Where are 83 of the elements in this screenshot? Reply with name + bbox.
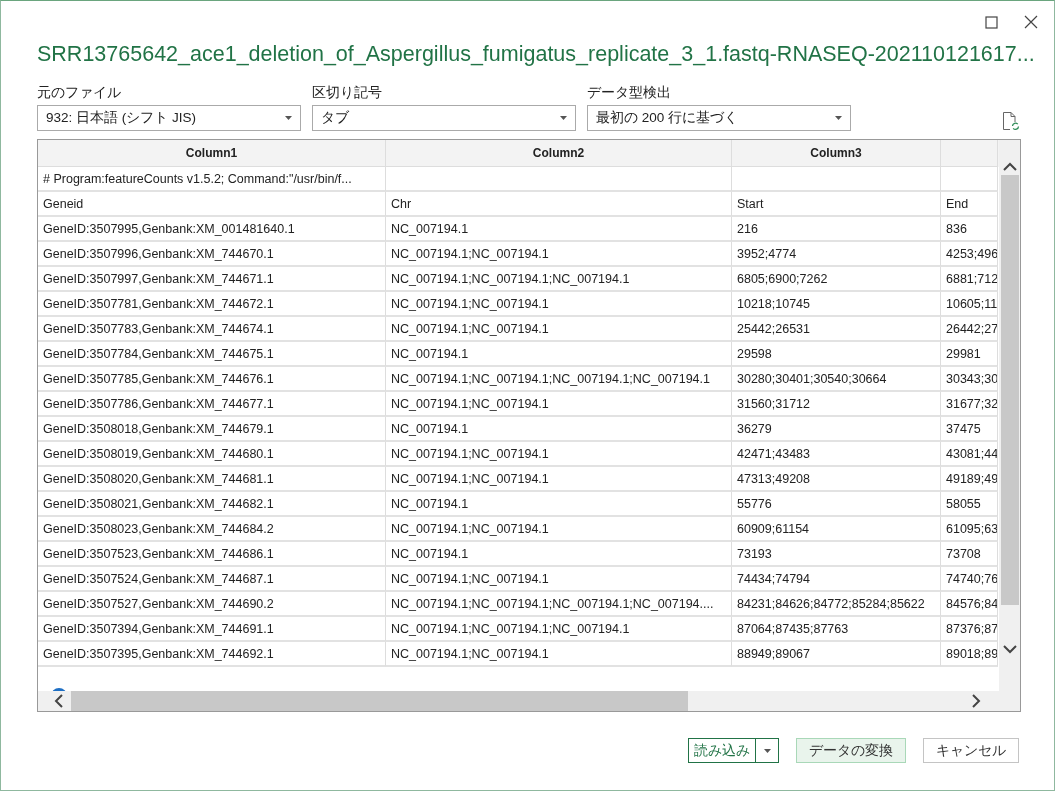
table-cell: NC_007194.1;NC_007194.1 [386, 442, 732, 467]
table-cell: 216 [732, 217, 941, 242]
scroll-up-icon[interactable] [1002, 162, 1017, 171]
table-cell: NC_007194.1 [386, 492, 732, 517]
table-cell: 74434;74794 [732, 567, 941, 592]
table-cell: 10218;10745 [732, 292, 941, 317]
table-cell: 47313;49208 [732, 467, 941, 492]
table-cell: 87064;87435;87763 [732, 617, 941, 642]
table-cell: GeneID:3507395,Genbank:XM_744692.1 [38, 642, 386, 667]
table-cell: NC_007194.1 [386, 342, 732, 367]
table-cell: GeneID:3508023,Genbank:XM_744684.2 [38, 517, 386, 542]
table-cell: NC_007194.1;NC_007194.1;NC_007194.1;NC_007194.... [386, 592, 732, 617]
table-cell: NC_007194.1;NC_007194.1 [386, 567, 732, 592]
horizontal-scrollbar[interactable] [38, 691, 999, 711]
table-cell: GeneID:3507527,Genbank:XM_744690.2 [38, 592, 386, 617]
window-title: SRR13765642_ace1_deletion_of_Aspergillus_fumigatus_replicate_3_1.fastq-RNASEQ-202110121617... [36, 41, 1036, 68]
table-cell: 3952;4774 [732, 242, 941, 267]
table-cell: GeneID:3507784,Genbank:XM_744675.1 [38, 342, 386, 367]
option-label: 元のファイル [37, 84, 122, 102]
column-header[interactable]: Column1 [38, 140, 386, 167]
table-cell: GeneID:3507785,Genbank:XM_744676.1 [38, 367, 386, 392]
table-cell: NC_007194.1;NC_007194.1 [386, 642, 732, 667]
table-cell: NC_007194.1;NC_007194.1;NC_007194.1 [386, 617, 732, 642]
dialog-button[interactable]: データの変換 [796, 738, 906, 763]
table-cell: 60909;61154 [732, 517, 941, 542]
table-cell: 55776 [732, 492, 941, 517]
caret-icon [560, 116, 567, 120]
dropdown[interactable]: タブ [312, 105, 576, 131]
table-cell: GeneID:3507524,Genbank:XM_744687.1 [38, 567, 386, 592]
caret-icon [835, 116, 842, 120]
table-cell: GeneID:3507783,Genbank:XM_744674.1 [38, 317, 386, 342]
table-cell: GeneID:3507997,Genbank:XM_744671.1 [38, 267, 386, 292]
table-cell: NC_007194.1;NC_007194.1;NC_007194.1 [386, 267, 732, 292]
table-cell: 31560;31712 [732, 392, 941, 417]
table-cell: GeneID:3507394,Genbank:XM_744691.1 [38, 617, 386, 642]
table-cell: Geneid [38, 192, 386, 217]
dropdown[interactable]: 932: 日本語 (シフト JIS) [37, 105, 301, 131]
table-cell: NC_007194.1;NC_007194.1 [386, 242, 732, 267]
scroll-right-icon[interactable] [972, 694, 981, 708]
table-cell: GeneID:3508021,Genbank:XM_744682.1 [38, 492, 386, 517]
table-cell: 36279 [732, 417, 941, 442]
table-cell: NC_007194.1;NC_007194.1 [386, 467, 732, 492]
table-cell: 73193 [732, 542, 941, 567]
table-cell: GeneID:3507996,Genbank:XM_744670.1 [38, 242, 386, 267]
table-cell: 84231;84626;84772;85284;85622 [732, 592, 941, 617]
option-label: 区切り記号 [312, 84, 383, 102]
caret-icon [285, 116, 292, 120]
table-cell: NC_007194.1;NC_007194.1 [386, 517, 732, 542]
scroll-left-icon[interactable] [54, 694, 63, 708]
table-cell: 29598 [732, 342, 941, 367]
table-cell: GeneID:3508018,Genbank:XM_744679.1 [38, 417, 386, 442]
maximize-icon[interactable] [985, 15, 998, 29]
table-cell: GeneID:3507786,Genbank:XM_744677.1 [38, 392, 386, 417]
table-cell: NC_007194.1;NC_007194.1;NC_007194.1;NC_007194.1 [386, 367, 732, 392]
table-cell: 88949;89067 [732, 642, 941, 667]
table-cell: NC_007194.1 [386, 417, 732, 442]
table-cell: NC_007194.1 [386, 217, 732, 242]
dropdown[interactable]: 最初の 200 行に基づく [587, 105, 851, 131]
table-cell: GeneID:3507781,Genbank:XM_744672.1 [38, 292, 386, 317]
dialog-button[interactable]: キャンセル [923, 738, 1019, 763]
table-cell: NC_007194.1;NC_007194.1 [386, 317, 732, 342]
refresh-document-icon[interactable] [1002, 111, 1020, 131]
caret-icon [763, 748, 771, 753]
table-cell: NC_007194.1;NC_007194.1 [386, 292, 732, 317]
vertical-scrollbar[interactable] [999, 140, 1020, 711]
column-header[interactable]: Column3 [732, 140, 941, 167]
table-cell: Chr [386, 192, 732, 217]
table-cell: 6805;6900;7262 [732, 267, 941, 292]
table-cell: Start [732, 192, 941, 217]
column-header[interactable]: Column2 [386, 140, 732, 167]
table-cell: GeneID:3507995,Genbank:XM_001481640.1 [38, 217, 386, 242]
table-cell: NC_007194.1;NC_007194.1 [386, 392, 732, 417]
table-cell: 30280;30401;30540;30664 [732, 367, 941, 392]
option-label: データ型検出 [587, 84, 672, 102]
table-cell: # Program:featureCounts v1.5.2; Command:"/usr/bin/f... [38, 167, 386, 192]
scroll-down-icon[interactable] [1002, 645, 1017, 654]
close-icon[interactable] [1024, 15, 1038, 29]
table-cell: GeneID:3508020,Genbank:XM_744681.1 [38, 467, 386, 492]
table-cell: GeneID:3508019,Genbank:XM_744680.1 [38, 442, 386, 467]
table-cell: 42471;43483 [732, 442, 941, 467]
table-cell: GeneID:3507523,Genbank:XM_744686.1 [38, 542, 386, 567]
table-cell: 25442;26531 [732, 317, 941, 342]
table-cell: NC_007194.1 [386, 542, 732, 567]
